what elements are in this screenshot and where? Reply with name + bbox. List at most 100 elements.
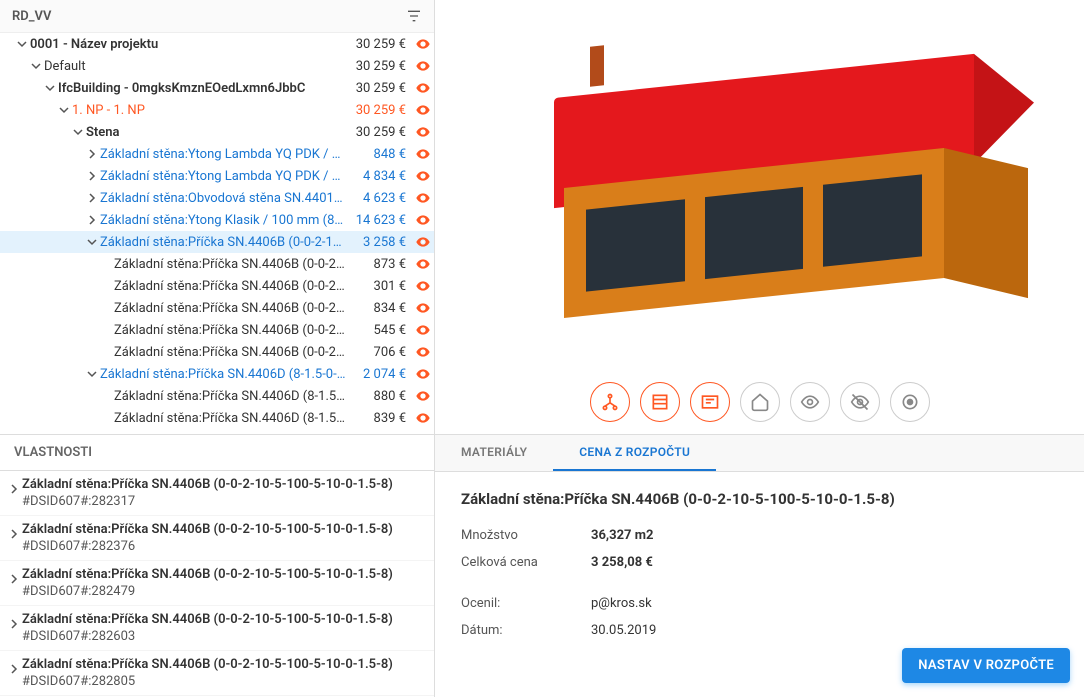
tree-price: 880 € [350, 389, 412, 404]
tree-row[interactable]: Stena30 259 € [0, 121, 434, 143]
property-row[interactable]: Základní stěna:Příčka SN.4406B (0-0-2-10… [0, 651, 434, 696]
set-in-budget-button[interactable]: NASTAV V ROZPOČTE [902, 648, 1070, 683]
property-id: #DSID607#:282376 [22, 539, 428, 554]
property-row[interactable]: Základní stěna:Příčka SN.4406B (0-0-2-10… [0, 561, 434, 606]
tree-price: 3 258 € [350, 235, 412, 250]
properties-body: Základní stěna:Příčka SN.4406B (0-0-2-10… [0, 471, 434, 697]
tree-row[interactable]: 1. NP - 1. NP30 259 € [0, 99, 434, 121]
property-row[interactable]: Základní stěna:Příčka SN.4406B (0-0-2-10… [0, 516, 434, 561]
tree-price: 834 € [350, 301, 412, 316]
visibility-icon[interactable] [412, 343, 434, 361]
chevron-down-icon[interactable] [42, 80, 58, 96]
tree-label: Základní stěna:Příčka SN.4406B (0-0-2-10… [100, 235, 350, 250]
tree-row[interactable]: Default30 259 € [0, 55, 434, 77]
chevron-right-icon[interactable] [84, 146, 100, 162]
total-value: 3 258,08 € [591, 555, 653, 570]
tree-price: 848 € [350, 147, 412, 162]
visibility-icon[interactable] [412, 145, 434, 163]
visibility-icon[interactable] [412, 409, 434, 427]
tree-spacer [98, 410, 114, 426]
tool-list-icon[interactable] [640, 382, 680, 422]
tree-row[interactable]: Základní stěna:Příčka SN.4406B (0-0-2-10… [0, 275, 434, 297]
tree-row[interactable]: Základní stěna:Příčka SN.4406D (8-1.5-0-… [0, 385, 434, 407]
tool-hide-icon[interactable] [840, 382, 880, 422]
chevron-down-icon[interactable] [70, 124, 86, 140]
tree-price: 30 259 € [350, 125, 412, 140]
chevron-right-icon[interactable] [6, 522, 22, 538]
chevron-right-icon[interactable] [84, 190, 100, 206]
visibility-icon[interactable] [412, 255, 434, 273]
tree-title: RD_VV [12, 9, 51, 24]
qty-label: Množstvo [461, 528, 591, 543]
tree-row[interactable]: Základní stěna:Příčka SN.4406B (0-0-2-10… [0, 319, 434, 341]
visibility-icon[interactable] [412, 211, 434, 229]
visibility-icon[interactable] [412, 57, 434, 75]
tree-price: 4 623 € [350, 191, 412, 206]
tree-row[interactable]: Základní stěna:Ytong Lambda YQ PDK / 450… [0, 143, 434, 165]
property-title: Základní stěna:Příčka SN.4406B (0-0-2-10… [22, 657, 428, 674]
property-id: #DSID607#:282805 [22, 674, 428, 689]
date-value: 30.05.2019 [591, 623, 656, 638]
tree-row[interactable]: Základní stěna:Příčka SN.4406B (0-0-2-10… [0, 341, 434, 363]
chevron-down-icon[interactable] [14, 36, 30, 52]
tool-show-icon[interactable] [790, 382, 830, 422]
tree-row[interactable]: 0001 - Název projektu30 259 € [0, 33, 434, 55]
visibility-icon[interactable] [412, 35, 434, 53]
property-id: #DSID607#:282479 [22, 584, 428, 599]
visibility-icon[interactable] [412, 299, 434, 317]
property-row[interactable]: Základní stěna:Příčka SN.4406B (0-0-2-10… [0, 606, 434, 651]
visibility-icon[interactable] [412, 387, 434, 405]
tree-row[interactable]: IfcBuilding - 0mgksKmznEOedLxmn6JbbC30 2… [0, 77, 434, 99]
visibility-icon[interactable] [412, 365, 434, 383]
tree-price: 30 259 € [350, 81, 412, 96]
chevron-right-icon[interactable] [84, 168, 100, 184]
tree-panel: RD_VV 0001 - Název projektu30 259 €Defau… [0, 0, 435, 435]
tool-tree-icon[interactable] [590, 382, 630, 422]
tree-price: 30 259 € [350, 59, 412, 74]
visibility-icon[interactable] [412, 321, 434, 339]
visibility-icon[interactable] [412, 233, 434, 251]
rated-value: p@kros.sk [591, 596, 652, 611]
detail-panel: MATERIÁLY CENA Z ROZPOČTU Základní stěna… [435, 435, 1084, 697]
tool-home-icon[interactable] [740, 382, 780, 422]
tree-row[interactable]: Základní stěna:Ytong Klasik / 100 mm (8-… [0, 209, 434, 231]
tab-budget[interactable]: CENA Z ROZPOČTU [553, 435, 716, 471]
visibility-icon[interactable] [412, 101, 434, 119]
chevron-down-icon[interactable] [28, 58, 44, 74]
chevron-right-icon[interactable] [6, 657, 22, 673]
tree-row[interactable]: Základní stěna:Příčka SN.4406B (0-0-2-10… [0, 297, 434, 319]
tree-label: Stena [86, 125, 350, 140]
property-id: #DSID607#:282317 [22, 494, 428, 509]
viewer-canvas[interactable] [435, 0, 1084, 370]
tree-row[interactable]: Základní stěna:Příčka SN.4406D (8-1.5-0-… [0, 407, 434, 429]
tree-row[interactable]: Základní stěna:Příčka SN.4406B (0-0-2-10… [0, 231, 434, 253]
chevron-right-icon[interactable] [6, 477, 22, 493]
filter-icon[interactable] [406, 8, 422, 24]
chevron-right-icon[interactable] [6, 567, 22, 583]
tool-target-icon[interactable] [890, 382, 930, 422]
tree-label: Základní stěna:Obvodová stěna SN.4401E (… [100, 191, 350, 206]
chevron-right-icon[interactable] [6, 612, 22, 628]
tool-detail-icon[interactable] [690, 382, 730, 422]
chevron-down-icon[interactable] [56, 102, 72, 118]
chevron-down-icon[interactable] [84, 234, 100, 250]
tree-price: 706 € [350, 345, 412, 360]
tree-row[interactable]: Základní stěna:Příčka SN.4406D (8-1.5-0-… [0, 363, 434, 385]
tree-row[interactable]: Základní stěna:Ytong Lambda YQ PDK / 450… [0, 165, 434, 187]
property-title: Základní stěna:Příčka SN.4406B (0-0-2-10… [22, 612, 428, 629]
tree-label: IfcBuilding - 0mgksKmznEOedLxmn6JbbC [58, 81, 350, 96]
chevron-right-icon[interactable] [84, 212, 100, 228]
tree-row[interactable]: Základní stěna:Obvodová stěna SN.4401E (… [0, 187, 434, 209]
tree-row[interactable]: Základní stěna:Příčka SN.4406B (0-0-2-10… [0, 253, 434, 275]
chevron-down-icon[interactable] [84, 366, 100, 382]
property-row[interactable]: Základní stěna:Příčka SN.4406B (0-0-2-10… [0, 471, 434, 516]
tree-label: Základní stěna:Příčka SN.4406B (0-0-2-10… [114, 345, 350, 360]
visibility-icon[interactable] [412, 277, 434, 295]
tree-price: 873 € [350, 257, 412, 272]
visibility-icon[interactable] [412, 189, 434, 207]
tab-materials[interactable]: MATERIÁLY [435, 435, 553, 471]
visibility-icon[interactable] [412, 167, 434, 185]
rated-label: Ocenil: [461, 596, 591, 611]
visibility-icon[interactable] [412, 123, 434, 141]
visibility-icon[interactable] [412, 79, 434, 97]
